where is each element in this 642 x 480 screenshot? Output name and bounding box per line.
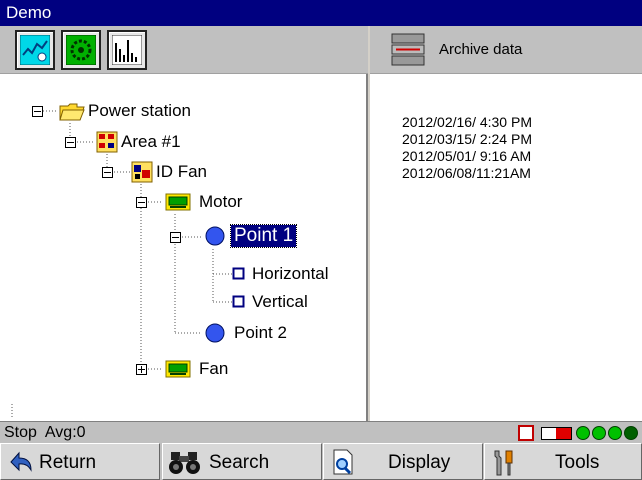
return-button-label: Return [39,452,97,473]
tree-node-label: Horizontal [252,264,329,283]
channel-led-icon [624,426,638,440]
battery-icon [541,427,572,440]
document-magnifier-icon [333,449,353,475]
machine-tree[interactable]: Power station Area #1 ID Fan Motor Point… [0,74,368,421]
tree-node-label: Fan [199,359,229,378]
tree-toolbar [0,26,368,74]
tools-button[interactable]: Tools [484,443,642,480]
return-button[interactable]: Return [0,443,160,480]
area-expander[interactable] [65,137,76,148]
search-button-label: Search [209,452,270,473]
component-icon [165,360,191,378]
trend-icon [20,35,50,65]
archive-item[interactable]: 2012/03/15/ 2:24 PM [402,131,532,147]
tree-node-area[interactable]: Area #1 [96,130,184,154]
point-icon [205,226,225,246]
folder-icon [59,103,85,121]
tree-node-vertical[interactable]: Vertical [232,290,311,314]
archive-database-icon [391,33,425,66]
direction-icon [232,295,245,308]
archive-item[interactable]: 2012/02/16/ 4:30 PM [402,114,532,130]
machine-icon [131,161,153,183]
motor-expander[interactable] [136,197,147,208]
tree-node-id-fan[interactable]: ID Fan [131,160,210,184]
tools-button-label: Tools [555,452,600,473]
archive-item[interactable]: 2012/05/01/ 9:16 AM [402,148,531,164]
point-icon [205,323,225,343]
return-arrow-icon [10,451,32,472]
tree-node-motor[interactable]: Motor [165,190,245,214]
tree-node-horizontal[interactable]: Horizontal [232,262,332,286]
status-text: Stop Avg:0 [4,424,94,442]
power-station-expander[interactable] [32,106,43,117]
tools-icon [494,450,513,476]
point-1-expander[interactable] [170,232,181,243]
orbit-view-button[interactable] [61,30,101,70]
tree-node-label: ID Fan [156,162,208,181]
status-bar: Stop Avg:0 [0,421,642,443]
channel-led-icon [576,426,590,440]
display-button-label: Display [388,452,451,473]
tree-node-label-selected: Point 1 [229,224,298,248]
area-icon [96,131,118,153]
component-icon [165,193,191,211]
window-title: Demo [6,3,52,22]
id-fan-expander[interactable] [102,167,113,178]
spectrum-view-button[interactable] [107,30,147,70]
display-button[interactable]: Display [323,443,483,480]
trend-view-button[interactable] [15,30,55,70]
tree-node-point-2[interactable]: Point 2 [204,321,290,345]
channel-led-icon [592,426,606,440]
window-title-bar: Demo [0,0,642,26]
tree-node-label: Motor [199,192,243,211]
binoculars-icon [169,452,200,474]
orbit-icon [66,35,96,65]
fan-expander[interactable] [136,364,147,375]
tree-node-power-station[interactable]: Power station [59,99,194,123]
direction-icon [232,267,245,280]
channel-led-icon [608,426,622,440]
tree-node-label: Area #1 [121,132,181,151]
archive-list[interactable]: 2012/02/16/ 4:30 PM 2012/03/15/ 2:24 PM … [370,74,642,421]
archive-item[interactable]: 2012/06/08/11:21AM [402,165,531,181]
archive-title: Archive data [439,41,523,58]
tree-node-label: Vertical [252,292,308,311]
record-indicator-icon [518,425,534,441]
tree-node-fan[interactable]: Fan [165,357,231,381]
archive-header: Archive data [370,26,642,74]
spectrum-icon [112,35,142,65]
tree-node-point-1[interactable]: Point 1 [204,224,298,248]
tree-node-label: Point 2 [234,323,287,342]
function-key-bar: Return Search Display Tools [0,443,642,480]
status-average: Avg:0 [44,424,86,441]
status-state: Stop [4,424,37,441]
tree-node-label: Power station [88,101,191,120]
search-button[interactable]: Search [162,443,322,480]
